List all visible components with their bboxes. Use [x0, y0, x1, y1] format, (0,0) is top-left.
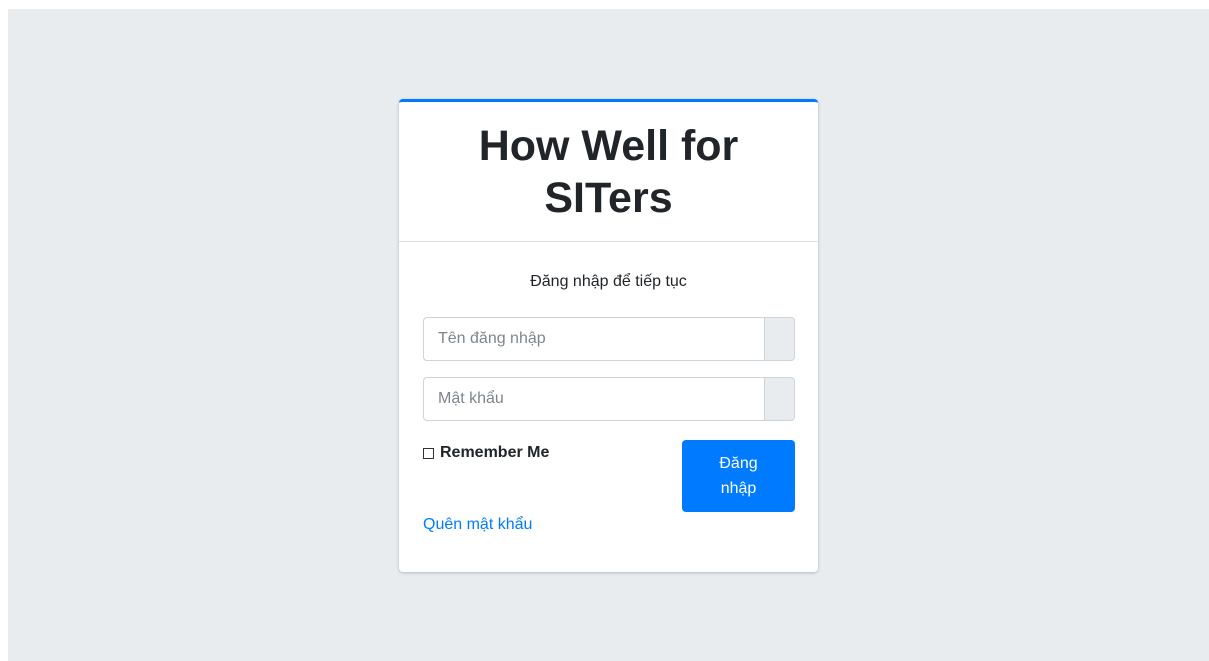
- login-button[interactable]: Đăng nhập: [682, 440, 795, 512]
- login-card: How Well for SITers Đăng nhập để tiếp tụ…: [399, 99, 818, 572]
- password-input-group: [423, 377, 795, 421]
- brand-title: How Well for SITers: [478, 121, 739, 222]
- username-input[interactable]: [423, 317, 764, 361]
- login-box-message: Đăng nhập để tiếp tục: [530, 273, 687, 290]
- card-header: How Well for SITers: [399, 102, 818, 242]
- password-addon: [764, 377, 795, 421]
- username-addon: [764, 317, 795, 361]
- remember-me-label: Remember Me: [440, 444, 550, 461]
- forgot-password-link[interactable]: Quên mật khẩu: [423, 516, 532, 534]
- actions-row: Remember Me Đăng nhập Quên mật khẩu: [423, 440, 795, 533]
- card-body: Đăng nhập để tiếp tục Remember Me Đăng n…: [399, 270, 818, 533]
- password-input[interactable]: [423, 377, 764, 421]
- remember-me[interactable]: Remember Me: [423, 444, 549, 462]
- remember-me-checkbox[interactable]: [423, 447, 434, 459]
- username-input-group: [423, 317, 795, 361]
